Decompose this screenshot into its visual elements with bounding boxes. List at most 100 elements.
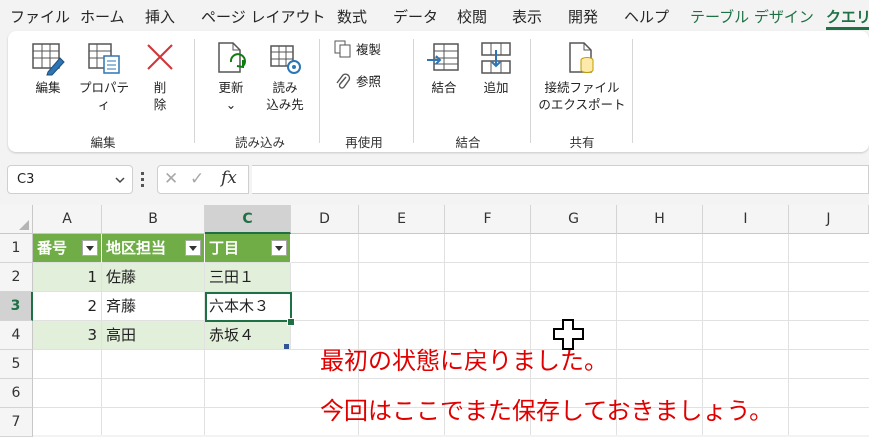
- group-separator: [530, 39, 531, 143]
- tab-home[interactable]: ホーム: [80, 6, 125, 27]
- column-header-d[interactable]: D: [291, 205, 359, 234]
- delete-label-line1: 削: [153, 80, 167, 95]
- row-header-4[interactable]: 4: [0, 321, 33, 350]
- tab-review[interactable]: 校閲: [457, 6, 487, 27]
- ribbon-tab-bar: ファイル ホーム 挿入 ページ レイアウト 数式 データ 校閲 表示 開発 ヘル…: [0, 0, 869, 30]
- tab-data[interactable]: データ: [393, 6, 438, 27]
- column-header-j[interactable]: J: [789, 205, 869, 234]
- reference-button[interactable]: 参照: [334, 71, 381, 90]
- group-label-combine: 結合: [455, 135, 481, 150]
- export-label-line2: のエクスポート: [538, 97, 626, 112]
- name-box-value: C3: [17, 172, 35, 187]
- delete-button[interactable]: 削 除: [142, 40, 178, 113]
- table-edit-icon: [32, 43, 65, 76]
- refresh-button[interactable]: 更新 ⌄: [211, 40, 251, 113]
- active-cell-selection: [205, 292, 292, 322]
- grid-line-b: [101, 350, 102, 435]
- table-resize-handle[interactable]: [284, 344, 289, 349]
- export-connection-file-button[interactable]: 接続ファイル のエクスポート: [538, 40, 626, 113]
- table-cell[interactable]: 三田１: [205, 263, 291, 292]
- column-header-c[interactable]: C: [205, 205, 291, 234]
- duplicate-icon: [334, 40, 351, 57]
- load-to-button[interactable]: 読み 込み先: [258, 40, 312, 113]
- row-header-3[interactable]: 3: [0, 292, 33, 321]
- row-header-5[interactable]: 5: [0, 350, 33, 379]
- column-header-i[interactable]: I: [703, 205, 789, 234]
- paperclip-icon: [336, 72, 351, 89]
- filter-dropdown-icon[interactable]: [271, 240, 287, 256]
- tab-query[interactable]: クエリ: [826, 6, 869, 27]
- table-header-label: 丁目: [209, 239, 240, 257]
- tab-table-design[interactable]: テーブル デザイン: [690, 6, 814, 27]
- select-all-button[interactable]: [0, 205, 33, 234]
- name-box[interactable]: C3: [7, 165, 133, 194]
- group-separator: [319, 39, 320, 143]
- cancel-icon[interactable]: ✕: [164, 169, 178, 189]
- row-header-6[interactable]: 6: [0, 379, 33, 408]
- column-header-e[interactable]: E: [359, 205, 445, 234]
- column-header-f[interactable]: F: [445, 205, 531, 234]
- tab-view[interactable]: 表示: [512, 6, 542, 27]
- tab-help[interactable]: ヘルプ: [624, 6, 669, 27]
- cell-cursor-icon: [553, 319, 584, 350]
- group-label-share: 共有: [569, 135, 595, 150]
- properties-label: プロパティ: [78, 80, 129, 112]
- enter-icon[interactable]: ✓: [190, 169, 204, 189]
- group-label-reuse: 再使用: [345, 135, 383, 150]
- table-cell[interactable]: 2: [33, 292, 102, 321]
- group-label-load: 読み込み: [234, 135, 285, 150]
- table-header-label: 番号: [37, 239, 68, 257]
- load-to-settings-icon: [270, 45, 301, 74]
- filter-dropdown-icon[interactable]: [185, 240, 201, 256]
- refresh-caret: ⌄: [225, 97, 237, 112]
- append-label: 追加: [483, 80, 509, 95]
- formula-bar: C3 ✕ ✓ fx: [0, 160, 869, 200]
- append-button[interactable]: 追加: [476, 40, 516, 96]
- export-label-line1: 接続ファイル: [544, 80, 620, 95]
- table-header-cell[interactable]: 地区担当: [102, 234, 205, 263]
- reference-label: 参照: [356, 74, 382, 89]
- column-header-b[interactable]: B: [102, 205, 205, 234]
- table-cell[interactable]: 3: [33, 321, 102, 350]
- chevron-down-icon[interactable]: [114, 174, 126, 186]
- table-header-cell[interactable]: 番号: [33, 234, 102, 263]
- delete-label-line2: 除: [153, 97, 167, 112]
- merge-button[interactable]: 結合: [422, 40, 466, 96]
- annotation-line-2: 今回はここでまた保存しておきましょう。: [320, 397, 774, 425]
- edit-button[interactable]: 編集: [26, 40, 70, 96]
- fill-handle[interactable]: [287, 318, 295, 326]
- table-header-label: 地区担当: [106, 239, 167, 257]
- tab-developer[interactable]: 開発: [568, 6, 598, 27]
- tab-page-layout[interactable]: ページ レイアウト: [201, 6, 325, 27]
- table-cell[interactable]: 1: [33, 263, 102, 292]
- formula-input[interactable]: [252, 165, 869, 194]
- filter-dropdown-icon[interactable]: [82, 240, 98, 256]
- delete-x-icon: [147, 44, 173, 70]
- table-cell[interactable]: 佐藤: [102, 263, 205, 292]
- row-header-7[interactable]: 7: [0, 408, 33, 437]
- row-header-1[interactable]: 1: [0, 234, 33, 263]
- properties-button[interactable]: プロパティ: [74, 40, 134, 113]
- column-header-a[interactable]: A: [33, 205, 102, 234]
- duplicate-button[interactable]: 複製: [334, 39, 381, 58]
- column-header-g[interactable]: G: [531, 205, 617, 234]
- grid-line-c: [204, 350, 205, 435]
- tab-formulas[interactable]: 数式: [337, 6, 367, 27]
- insert-function-icon[interactable]: fx: [221, 168, 237, 188]
- refresh-icon: [218, 42, 246, 73]
- column-header-h[interactable]: H: [617, 205, 703, 234]
- merge-icon: [427, 43, 459, 71]
- merge-label: 結合: [431, 80, 457, 95]
- table-cell[interactable]: 斉藤: [102, 292, 205, 321]
- table-header-cell[interactable]: 丁目: [205, 234, 291, 263]
- more-options-icon[interactable]: [141, 172, 144, 188]
- table-cell[interactable]: 高田: [102, 321, 205, 350]
- row-header-2[interactable]: 2: [0, 263, 33, 292]
- tab-file[interactable]: ファイル: [10, 6, 70, 27]
- table-cell[interactable]: 赤坂４: [205, 321, 291, 350]
- load-to-label-line1: 読み: [272, 80, 298, 95]
- ribbon: 編集 プロパティ 削 除 編集 更新 ⌄ 読み 込み先 読み込み 複製 参照 再…: [8, 31, 869, 152]
- tab-insert[interactable]: 挿入: [145, 6, 175, 27]
- group-label-edit: 編集: [90, 135, 116, 150]
- group-separator: [194, 39, 195, 143]
